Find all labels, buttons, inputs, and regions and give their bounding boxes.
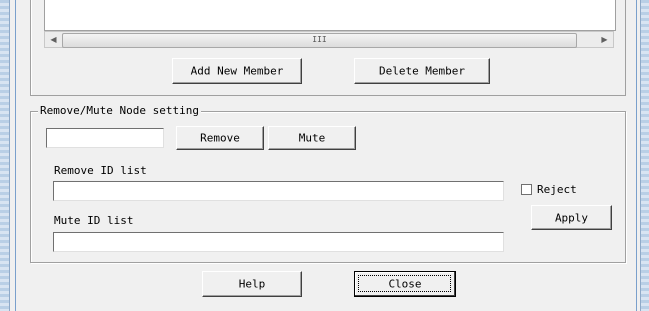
scrollbar-grip-icon: III bbox=[312, 35, 327, 44]
mute-button[interactable]: Mute bbox=[268, 126, 356, 150]
help-button[interactable]: Help bbox=[202, 271, 302, 297]
reject-checkbox-label[interactable]: Reject bbox=[537, 183, 577, 196]
remove-id-list-label: Remove ID list bbox=[54, 164, 147, 177]
window-left-edge bbox=[0, 0, 10, 311]
mute-id-list-input[interactable] bbox=[53, 232, 504, 252]
mute-id-list-label: Mute ID list bbox=[54, 214, 134, 227]
window-inner-border-right bbox=[636, 0, 637, 311]
mute-button-label: Mute bbox=[298, 131, 326, 145]
remove-mute-group-title: Remove/Mute Node setting bbox=[38, 104, 201, 117]
remove-button-label: Remove bbox=[200, 131, 240, 145]
help-button-label: Help bbox=[238, 277, 266, 291]
apply-button[interactable]: Apply bbox=[531, 205, 612, 230]
add-new-member-button[interactable]: Add New Member bbox=[172, 58, 302, 84]
scrollbar-thumb[interactable]: III bbox=[62, 33, 577, 48]
scroll-right-arrow-icon[interactable]: ▶ bbox=[596, 32, 613, 47]
add-new-member-label: Add New Member bbox=[190, 64, 284, 78]
member-list[interactable] bbox=[44, 0, 616, 31]
delete-member-label: Delete Member bbox=[378, 64, 466, 78]
window-inner-border-left bbox=[15, 0, 16, 311]
scroll-left-arrow-icon[interactable]: ◀ bbox=[45, 32, 62, 47]
close-button-label: Close bbox=[388, 277, 422, 291]
close-button[interactable]: Close bbox=[354, 271, 456, 297]
remove-button[interactable]: Remove bbox=[176, 126, 264, 150]
apply-button-label: Apply bbox=[554, 211, 589, 224]
reject-checkbox[interactable] bbox=[521, 184, 532, 195]
window-right-edge bbox=[640, 0, 649, 311]
node-id-input[interactable] bbox=[46, 128, 164, 148]
remove-id-list-input[interactable] bbox=[53, 181, 504, 201]
member-list-horizontal-scrollbar[interactable]: ◀ III ▶ bbox=[44, 31, 614, 48]
delete-member-button[interactable]: Delete Member bbox=[354, 58, 490, 84]
